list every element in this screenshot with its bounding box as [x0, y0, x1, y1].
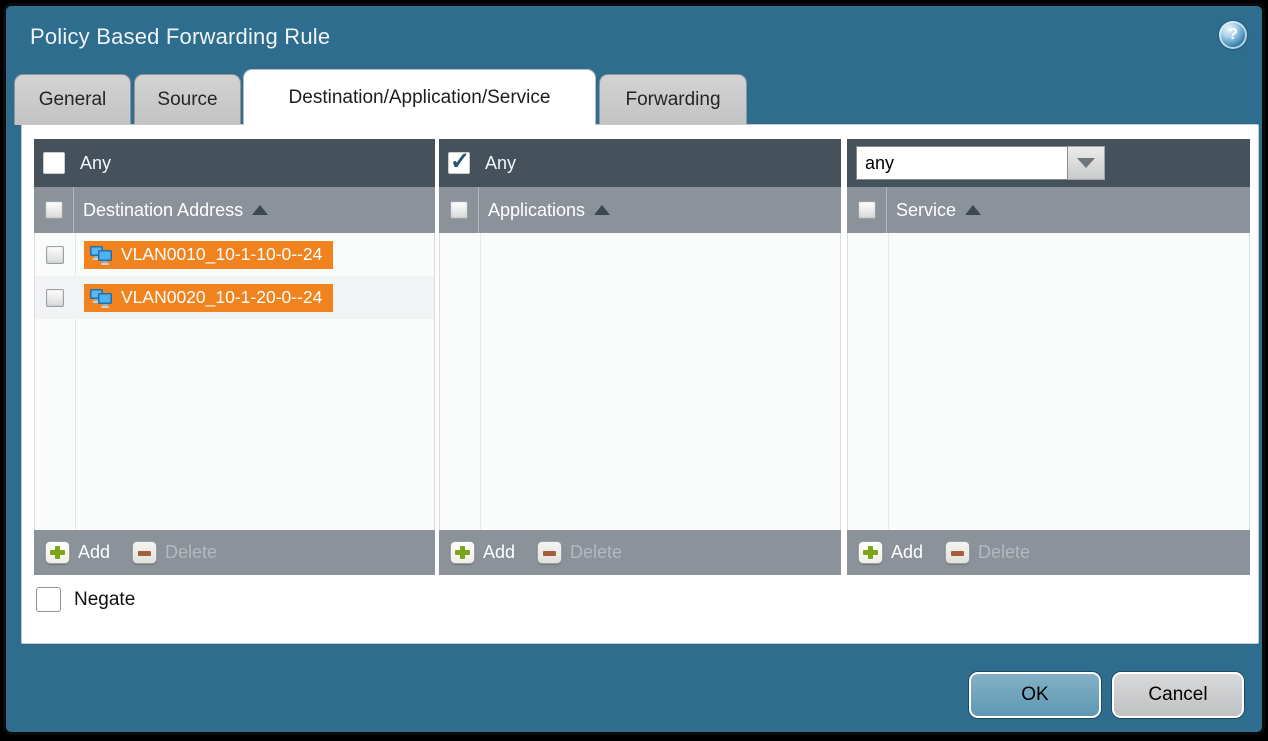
delete-minus-icon — [132, 541, 157, 564]
chevron-down-icon — [1077, 158, 1095, 168]
help-icon[interactable] — [1219, 21, 1247, 49]
service-dropdown[interactable]: any — [856, 146, 1105, 180]
tab-forwarding[interactable]: Forwarding — [599, 74, 747, 125]
row-1-gutter — [35, 233, 75, 276]
destination-delete-label: Delete — [165, 542, 217, 563]
add-plus-icon — [450, 541, 475, 564]
destination-row-2-label: VLAN0020_10-1-20-0--24 — [121, 287, 322, 308]
destination-any-checkbox[interactable] — [43, 152, 65, 174]
destination-add-button[interactable]: Add — [45, 541, 132, 564]
gutter-divider — [888, 233, 889, 530]
checkmark-icon — [450, 147, 470, 176]
applications-list — [439, 233, 841, 530]
destination-row-1-badge[interactable]: VLAN0010_10-1-10-0--24 — [84, 241, 333, 269]
service-select-all-gutter — [847, 187, 887, 233]
negate-checkbox[interactable] — [36, 587, 61, 612]
service-header[interactable]: Service — [847, 187, 1250, 233]
service-add-label: Add — [891, 542, 923, 563]
applications-select-all-gutter — [439, 187, 479, 233]
destination-address-column: Any Destination Address — [34, 139, 435, 575]
applications-add-label: Add — [483, 542, 515, 563]
row-2-gutter — [35, 276, 75, 319]
applications-delete-label: Delete — [570, 542, 622, 563]
service-delete-label: Delete — [978, 542, 1030, 563]
applications-header[interactable]: Applications — [439, 187, 841, 233]
applications-select-all-checkbox[interactable] — [450, 201, 468, 219]
delete-minus-icon — [537, 541, 562, 564]
delete-minus-icon — [945, 541, 970, 564]
add-plus-icon — [45, 541, 70, 564]
service-dropdown-value[interactable]: any — [856, 146, 1068, 180]
service-column: any Service Add — [847, 139, 1250, 575]
service-dropdown-button[interactable] — [1068, 146, 1105, 180]
cancel-button[interactable]: Cancel — [1112, 672, 1244, 718]
applications-any-label: Any — [485, 153, 516, 174]
negate-row: Negate — [36, 587, 135, 612]
service-select-all-checkbox[interactable] — [858, 201, 876, 219]
service-header-label: Service — [896, 200, 956, 221]
applications-column: Any Applications Add Delete — [439, 139, 841, 575]
sort-asc-icon — [252, 205, 268, 215]
gutter-divider — [480, 233, 481, 530]
cancel-button-label: Cancel — [1148, 684, 1207, 706]
tab-forwarding-label: Forwarding — [625, 89, 720, 111]
destination-any-label: Any — [80, 153, 111, 174]
applications-footer: Add Delete — [439, 530, 841, 575]
tab-source-label: Source — [157, 89, 217, 111]
service-list — [847, 233, 1250, 530]
tab-destination-label: Destination/Application/Service — [289, 87, 551, 109]
destination-delete-button[interactable]: Delete — [132, 541, 217, 564]
dialog-title: Policy Based Forwarding Rule — [30, 24, 330, 50]
tab-content-panel: Any Destination Address — [21, 124, 1259, 644]
destination-row-2-badge[interactable]: VLAN0020_10-1-20-0--24 — [84, 284, 333, 312]
address-group-icon — [89, 245, 114, 265]
destination-row-1-checkbox[interactable] — [46, 246, 64, 264]
destination-add-label: Add — [78, 542, 110, 563]
service-footer: Add Delete — [847, 530, 1250, 575]
service-dropdown-bar: any — [847, 139, 1250, 187]
applications-any-bar: Any — [439, 139, 841, 187]
tab-source[interactable]: Source — [134, 74, 241, 125]
destination-select-all-checkbox[interactable] — [45, 201, 63, 219]
service-add-button[interactable]: Add — [858, 541, 945, 564]
destination-row-1-label: VLAN0010_10-1-10-0--24 — [121, 244, 322, 265]
applications-delete-button[interactable]: Delete — [537, 541, 622, 564]
address-group-icon — [89, 288, 114, 308]
tab-general[interactable]: General — [14, 74, 131, 125]
destination-any-bar: Any — [34, 139, 435, 187]
destination-row-2-checkbox[interactable] — [46, 289, 64, 307]
applications-add-button[interactable]: Add — [450, 541, 537, 564]
destination-header-label: Destination Address — [83, 200, 243, 221]
sort-asc-icon — [594, 205, 610, 215]
add-plus-icon — [858, 541, 883, 564]
applications-header-label: Applications — [488, 200, 585, 221]
destination-address-header[interactable]: Destination Address — [34, 187, 435, 233]
ok-button-label: OK — [1021, 684, 1048, 706]
tab-destination-application-service[interactable]: Destination/Application/Service — [243, 69, 596, 125]
destination-address-list: VLAN0010_10-1-10-0--24 — [34, 233, 435, 530]
applications-any-checkbox[interactable] — [448, 152, 470, 174]
sort-asc-icon — [965, 205, 981, 215]
negate-label: Negate — [74, 589, 135, 611]
tab-general-label: General — [39, 89, 107, 111]
destination-footer: Add Delete — [34, 530, 435, 575]
destination-select-all-gutter — [34, 187, 74, 233]
destination-row-2[interactable]: VLAN0020_10-1-20-0--24 — [35, 276, 434, 319]
destination-row-1[interactable]: VLAN0010_10-1-10-0--24 — [35, 233, 434, 276]
service-delete-button[interactable]: Delete — [945, 541, 1030, 564]
pbf-rule-dialog: Policy Based Forwarding Rule General Sou… — [3, 3, 1265, 735]
ok-button[interactable]: OK — [969, 672, 1101, 718]
